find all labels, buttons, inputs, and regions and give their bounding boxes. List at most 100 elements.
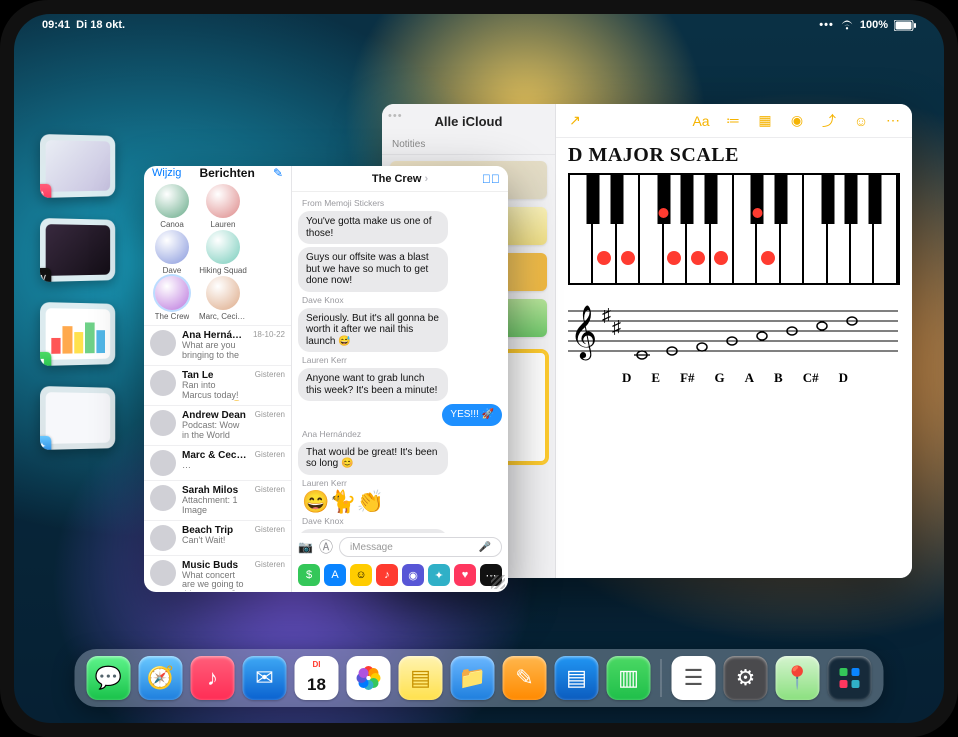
svg-text:♯: ♯ <box>602 305 611 325</box>
pinned-contact[interactable]: Lauren <box>198 184 248 229</box>
status-more-icon: ••• <box>819 19 834 31</box>
app-chip[interactable]: ✦ <box>428 564 450 586</box>
dock-messages[interactable]: 💬 <box>87 656 131 700</box>
facetime-icon[interactable]: ▢⃞ <box>482 172 500 186</box>
pinned-contact[interactable]: Marc, Cecilia &… <box>198 276 248 321</box>
more-icon[interactable]: ⋯ <box>884 112 902 130</box>
expand-icon[interactable]: ↗ <box>566 112 584 130</box>
app-chip[interactable]: $ <box>298 564 320 586</box>
note-title: D MAJOR SCALE <box>568 144 900 167</box>
received-bubble: Anyone want to grab lunch this week? It'… <box>298 368 448 401</box>
tv-badge-icon: tv <box>40 268 51 282</box>
messages-thread: The Crew › ▢⃞ From Memoji Stickers You've… <box>292 166 508 592</box>
stage-thumb-safari[interactable]: ✦ <box>40 386 115 450</box>
svg-text:♯: ♯ <box>612 317 621 337</box>
pinned-contact[interactable]: Canoa <box>147 184 197 229</box>
emoji-reaction: 😄🐈👏 <box>298 491 384 513</box>
dock-safari[interactable]: 🧭 <box>139 656 183 700</box>
conversation-row[interactable]: Ana HernándezWhat are you bringing to th… <box>144 325 291 365</box>
app-chip[interactable]: ☺ <box>350 564 372 586</box>
table-icon[interactable]: ▦ <box>756 112 774 130</box>
notes-section-heading: Notities <box>382 139 555 155</box>
thread-title[interactable]: The Crew › <box>372 173 428 185</box>
conversation-row[interactable]: Marc & Cecilia… Gisteren <box>144 445 291 480</box>
conversation-row[interactable]: Beach TripCan't Wait! Gisteren <box>144 520 291 555</box>
music-badge-icon: ♪ <box>40 184 51 198</box>
dock-calendar[interactable]: Di 18 <box>295 656 339 700</box>
resize-handle[interactable] <box>491 575 505 589</box>
checklist-icon[interactable]: ≔ <box>724 112 742 130</box>
received-bubble: You've gotta make us one of those! <box>298 211 448 244</box>
dock-numbers[interactable]: ▥ <box>607 656 651 700</box>
conversation-row[interactable]: Music BudsWhat concert are we going to t… <box>144 555 291 592</box>
dock-separator <box>661 659 662 697</box>
dock-maps[interactable]: 📍 <box>776 656 820 700</box>
dock-keynote[interactable]: ▤ <box>555 656 599 700</box>
wifi-icon <box>840 20 854 30</box>
numbers-badge-icon: ▮ <box>40 352 51 366</box>
status-bar: 09:41 Di 18 okt. ••• 100% <box>14 14 944 36</box>
battery-icon <box>894 20 916 31</box>
dock-photos[interactable] <box>347 656 391 700</box>
dock-mail[interactable]: ✉︎ <box>243 656 287 700</box>
dock: 💬 🧭 ♪ ✉︎ Di 18 ▤ 📁 ✎ ▤ ▥ ☰ <box>75 649 884 707</box>
mic-icon[interactable]: 🎤 <box>479 542 491 553</box>
app-chip[interactable]: ♪ <box>376 564 398 586</box>
conversation-row[interactable]: Sarah MilosAttachment: 1 Image Gisteren <box>144 480 291 520</box>
dock-app-library[interactable] <box>828 656 872 700</box>
stage-thumb-numbers[interactable]: ▮ <box>40 302 115 366</box>
camera-input-icon[interactable]: 📷 <box>298 540 313 554</box>
note-letters: D E F# G A B C# D <box>568 370 900 386</box>
edit-button[interactable]: Wijzig <box>152 167 181 179</box>
sender-label: Dave Knox <box>298 295 502 305</box>
app-chip[interactable]: ♥ <box>454 564 476 586</box>
window-menu-icon[interactable]: ••• <box>388 110 403 122</box>
thread-body[interactable]: From Memoji Stickers You've gotta make us… <box>292 192 508 533</box>
sender-label: Dave Knox <box>298 516 502 526</box>
imessage-app-strip: $ A ☺ ♪ ◉ ✦ ♥ ⋯ <box>292 561 508 592</box>
received-bubble: That would be great! It's been so long 😊 <box>298 442 448 475</box>
message-input[interactable]: iMessage 🎤 <box>339 537 502 557</box>
messages-window[interactable]: Wijzig Berichten ✎ CanoaLaurenDaveHiking… <box>144 166 508 592</box>
dock-files[interactable]: 📁 <box>451 656 495 700</box>
dock-reminders[interactable]: ☰ <box>672 656 716 700</box>
compose-icon[interactable]: ✎ <box>273 166 283 180</box>
dock-settings[interactable]: ⚙︎ <box>724 656 768 700</box>
note-body[interactable]: D MAJOR SCALE <box>556 138 912 398</box>
pinned-contact[interactable]: Hiking Squad <box>198 230 248 275</box>
app-chip[interactable]: ◉ <box>402 564 424 586</box>
sent-bubble: YES!!! 🚀 <box>442 404 502 426</box>
messages-sidebar: Wijzig Berichten ✎ CanoaLaurenDaveHiking… <box>144 166 292 592</box>
music-staff: 𝄞 ♯ ♯ <box>568 299 900 368</box>
received-bubble: Seriously. But it's all gonna be worth i… <box>298 308 448 353</box>
conversation-list: Ana HernándezWhat are you bringing to th… <box>144 325 291 592</box>
safari-badge-icon: ✦ <box>40 436 51 450</box>
appstore-input-icon[interactable]: Ⓐ <box>319 537 333 557</box>
notes-folder-title: Alle iCloud <box>382 104 555 139</box>
thread-source-label: From Memoji Stickers <box>298 198 502 208</box>
dock-pages[interactable]: ✎ <box>503 656 547 700</box>
notes-toolbar: ↗ Aa ≔ ▦ ◉ ⤴ ☺ ⋯ <box>556 104 912 138</box>
dock-music[interactable]: ♪ <box>191 656 235 700</box>
stage-thumb-music[interactable]: ♪ <box>40 134 115 198</box>
collaborate-icon[interactable]: ☺ <box>852 112 870 130</box>
text-style-icon[interactable]: Aa <box>692 112 710 130</box>
sender-label: Lauren Kerr <box>298 355 502 365</box>
messages-title: Berichten <box>181 166 273 180</box>
conversation-row[interactable]: Andrew DeanPodcast: Wow in the World Gis… <box>144 405 291 445</box>
pinned-contact[interactable]: The Crew <box>147 276 197 321</box>
camera-icon[interactable]: ◉ <box>788 112 806 130</box>
share-icon[interactable]: ⤴ <box>820 112 838 130</box>
stage-thumb-tv[interactable]: tv <box>40 218 115 282</box>
pinned-contact[interactable]: Dave <box>147 230 197 275</box>
svg-text:𝄞: 𝄞 <box>570 305 597 360</box>
sender-label: Lauren Kerr <box>298 478 502 488</box>
thread-input-row: 📷 Ⓐ iMessage 🎤 <box>292 533 508 561</box>
status-time: 09:41 <box>42 19 70 31</box>
pinned-row: CanoaLaurenDaveHiking SquadThe CrewMarc,… <box>144 180 291 325</box>
dock-notes[interactable]: ▤ <box>399 656 443 700</box>
status-battery-pct: 100% <box>860 19 888 31</box>
piano-diagram <box>568 173 900 285</box>
app-chip[interactable]: A <box>324 564 346 586</box>
conversation-row[interactable]: Tan LeRan into Marcus today! Small world… <box>144 365 291 405</box>
